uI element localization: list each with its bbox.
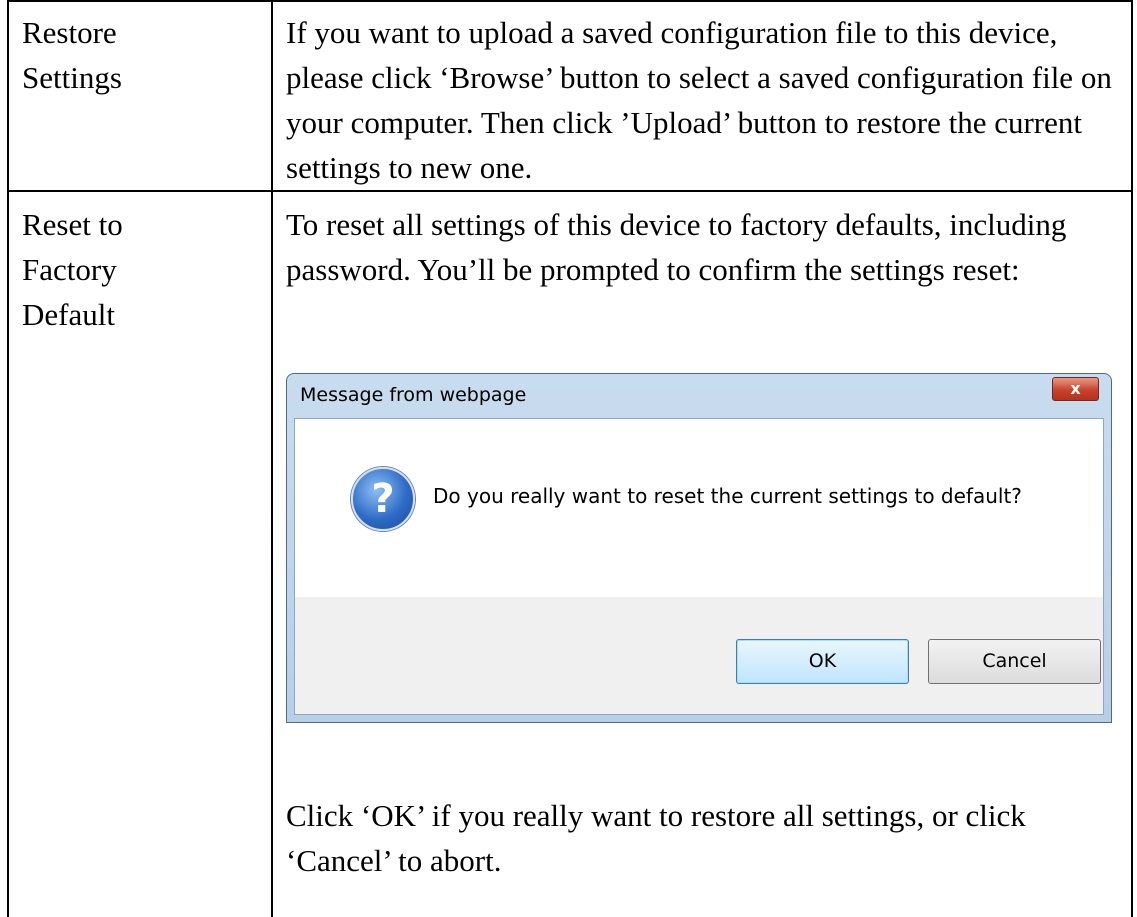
dialog-title: Message from webpage [300, 384, 527, 406]
label-line: Factory [22, 252, 117, 287]
confirm-dialog: Message from webpage x ? Do you really w… [286, 373, 1112, 723]
dialog-message: Do you really want to reset the current … [433, 484, 1022, 508]
close-icon: x [1070, 379, 1081, 398]
table-row-restore-settings: Restore Settings If you want to upload a… [7, 0, 1133, 192]
label-line: Settings [22, 60, 122, 95]
settings-table: Restore Settings If you want to upload a… [7, 0, 1133, 917]
label-line: Restore [22, 15, 117, 50]
ok-button[interactable]: OK [736, 639, 909, 684]
restore-description: If you want to upload a saved configurat… [286, 15, 1112, 185]
label-line: Reset to [22, 207, 123, 242]
description-cell: To reset all settings of this device to … [271, 190, 1133, 917]
question-icon: ? [351, 467, 415, 531]
label-cell: Reset to Factory Default [7, 190, 273, 917]
dialog-footer: OK Cancel [294, 597, 1104, 715]
description-cell: If you want to upload a saved configurat… [271, 0, 1133, 192]
table-row-reset-factory-default: Reset to Factory Default To reset all se… [7, 190, 1133, 917]
cancel-button[interactable]: Cancel [928, 639, 1101, 684]
dialog-body: ? Do you really want to reset the curren… [294, 418, 1104, 598]
label-line: Default [22, 297, 115, 332]
question-glyph: ? [371, 476, 395, 522]
reset-instruction: Click ‘OK’ if you really want to restore… [286, 798, 1026, 878]
dialog-close-button[interactable]: x [1052, 377, 1099, 401]
label-cell: Restore Settings [7, 0, 273, 192]
reset-description: To reset all settings of this device to … [286, 207, 1067, 287]
dialog-titlebar: Message from webpage x [287, 374, 1111, 418]
